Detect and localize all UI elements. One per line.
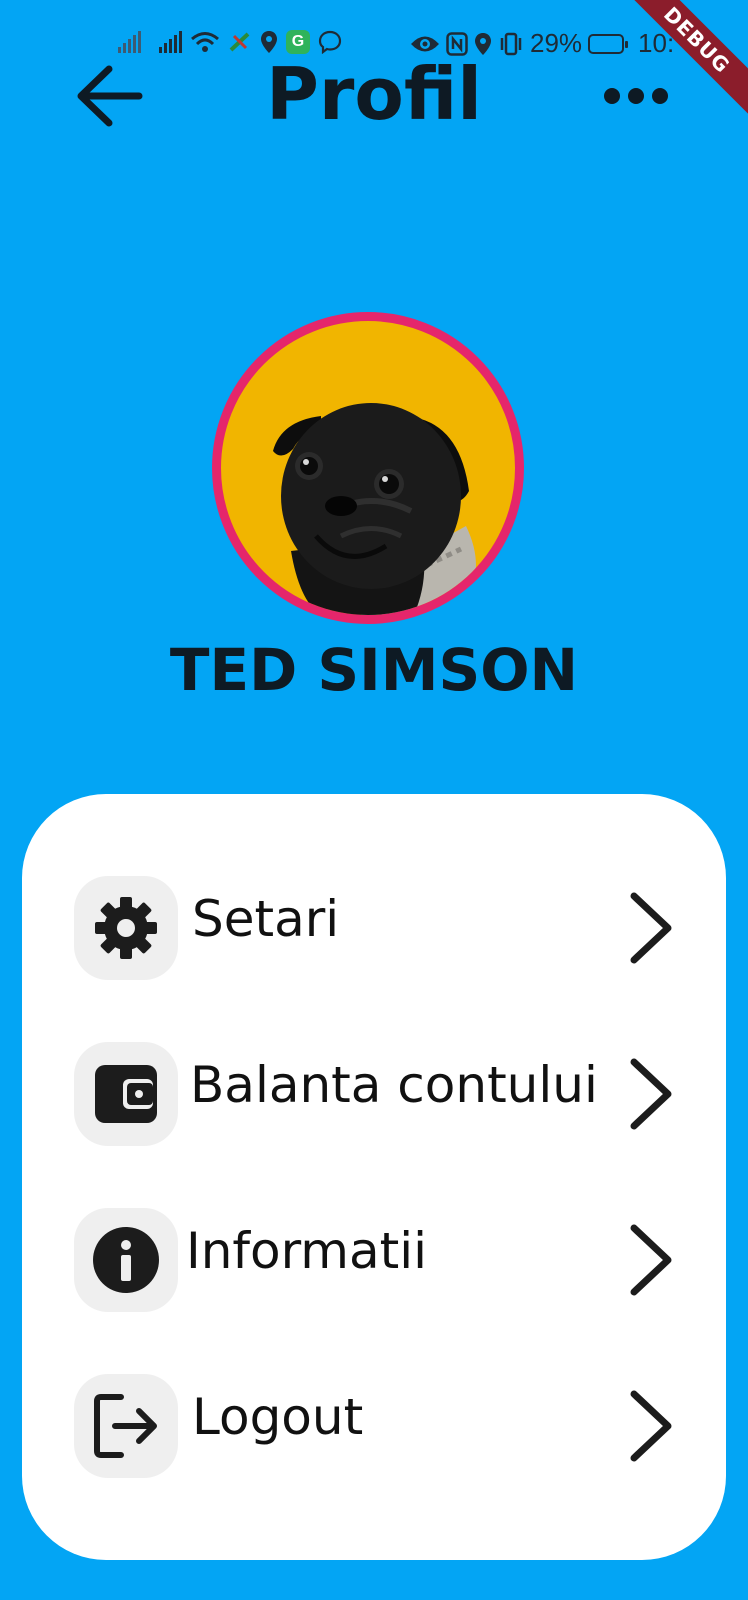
menu-item-label: Logout (192, 1388, 364, 1446)
menu-item-label: Setari (192, 890, 340, 948)
menu-icon-container (74, 1042, 178, 1146)
app-bar: Profil (0, 50, 748, 140)
menu-item-logout[interactable]: Logout (74, 1374, 694, 1478)
info-icon (93, 1227, 159, 1293)
menu-item-information[interactable]: Informatii (74, 1208, 694, 1312)
menu-icon-container (74, 1374, 178, 1478)
wallet-icon (95, 1065, 157, 1123)
chevron-right-icon (630, 1058, 672, 1130)
menu-item-label: Balanta contului (190, 1056, 598, 1114)
profile-menu-card: Setari Balanta contului Informatii Logou… (22, 794, 726, 1560)
chevron-right-icon (630, 1224, 672, 1296)
menu-icon-container (74, 1208, 178, 1312)
menu-item-account-balance[interactable]: Balanta contului (74, 1042, 694, 1146)
user-name: TED SIMSON (169, 636, 579, 704)
menu-item-label: Informatii (186, 1222, 428, 1280)
pug-dog-photo (273, 403, 476, 615)
gear-icon (95, 897, 157, 959)
more-horizontal-icon (604, 88, 620, 104)
logout-icon (94, 1394, 157, 1458)
menu-item-settings[interactable]: Setari (74, 876, 694, 980)
chevron-right-icon (630, 892, 672, 964)
menu-icon-container (74, 876, 178, 980)
avatar (212, 312, 524, 624)
profile-screen: G 29% 10: DEBUG Profil TED SIMSON Setari… (0, 0, 748, 1600)
more-options-button[interactable] (598, 70, 674, 122)
chevron-right-icon (630, 1390, 672, 1462)
